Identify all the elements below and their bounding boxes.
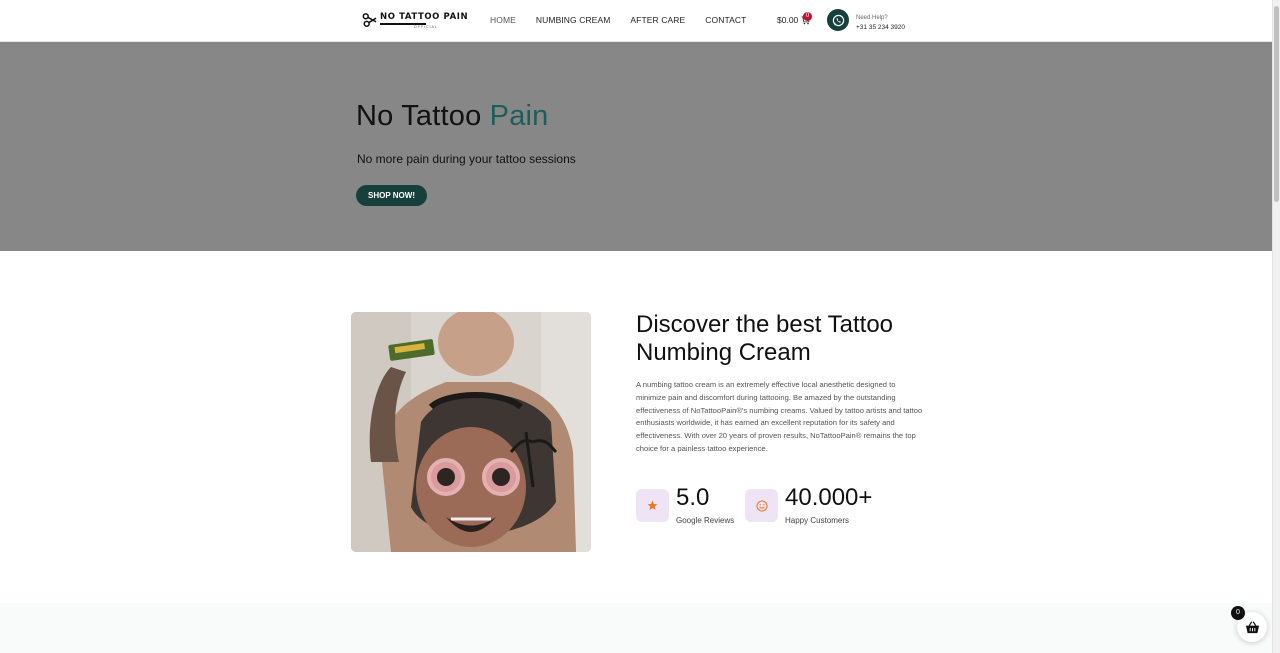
- logo-name: NO TATTOO PAIN: [380, 12, 469, 22]
- tattoo-machine-icon: [362, 13, 377, 27]
- tattoo-back-photo: [351, 312, 591, 552]
- nav-after-care[interactable]: AFTER CARE: [630, 15, 685, 25]
- stat-google-reviews: 5.0 Google Reviews: [636, 485, 734, 525]
- floating-cart-count: 0: [1231, 606, 1245, 620]
- hero-title: No Tattoo Pain: [356, 100, 549, 133]
- logo-sub: OFFICIAL: [414, 25, 438, 29]
- tattoo-photo-illustration: [351, 312, 591, 552]
- smiley-icon: [755, 499, 768, 512]
- cart-count-badge: 0: [803, 12, 812, 21]
- help-label: Need Help?: [856, 15, 888, 21]
- help-contact: Need Help? +31 35 234 3920: [856, 14, 905, 33]
- site-header: NO TATTOO PAIN OFFICIAL HOME NUMBING CRE…: [0, 0, 1272, 42]
- next-section: [0, 603, 1272, 653]
- nav-home[interactable]: HOME: [490, 15, 516, 25]
- hero-title-accent: Pain: [489, 100, 549, 132]
- logo[interactable]: NO TATTOO PAIN OFFICIAL: [362, 12, 468, 30]
- shop-now-button[interactable]: SHOP NOW!: [356, 185, 427, 206]
- main-nav: HOME NUMBING CREAM AFTER CARE CONTACT: [490, 15, 766, 25]
- about-body: A numbing tattoo cream is an extremely e…: [636, 380, 923, 453]
- stat-text: 5.0 Google Reviews: [676, 484, 735, 526]
- help-phone[interactable]: +31 35 234 3920: [856, 22, 905, 33]
- basket-icon: [1245, 620, 1259, 633]
- stat-label: Happy Customers: [785, 516, 850, 525]
- stat-value: 5.0: [676, 484, 710, 511]
- logo-text: NO TATTOO PAIN OFFICIAL: [380, 12, 469, 29]
- hero-title-main: No Tattoo: [356, 100, 490, 132]
- stat-text: 40.000+ Happy Customers: [785, 484, 873, 526]
- smiley-icon-wrap: [745, 489, 778, 522]
- scrollbar[interactable]: [1272, 0, 1280, 653]
- scrollbar-thumb[interactable]: [1274, 6, 1279, 202]
- hero-subtitle: No more pain during your tattoo sessions: [357, 152, 576, 166]
- stat-value: 40.000+: [785, 484, 873, 511]
- nav-contact[interactable]: CONTACT: [705, 15, 746, 25]
- whatsapp-icon: [832, 14, 844, 26]
- star-icon-wrap: [636, 489, 669, 522]
- cart-total: $0.00: [777, 15, 799, 25]
- about-section: Discover the best Tattoo Numbing Cream A…: [0, 251, 1272, 611]
- hero-banner: No Tattoo Pain No more pain during your …: [0, 42, 1272, 251]
- stat-happy-customers: 40.000+ Happy Customers: [745, 485, 872, 525]
- about-title: Discover the best Tattoo Numbing Cream: [636, 311, 894, 366]
- nav-numbing-cream[interactable]: NUMBING CREAM: [536, 15, 611, 25]
- star-icon: [647, 500, 658, 510]
- stat-label: Google Reviews: [676, 516, 735, 525]
- whatsapp-button[interactable]: [827, 9, 849, 31]
